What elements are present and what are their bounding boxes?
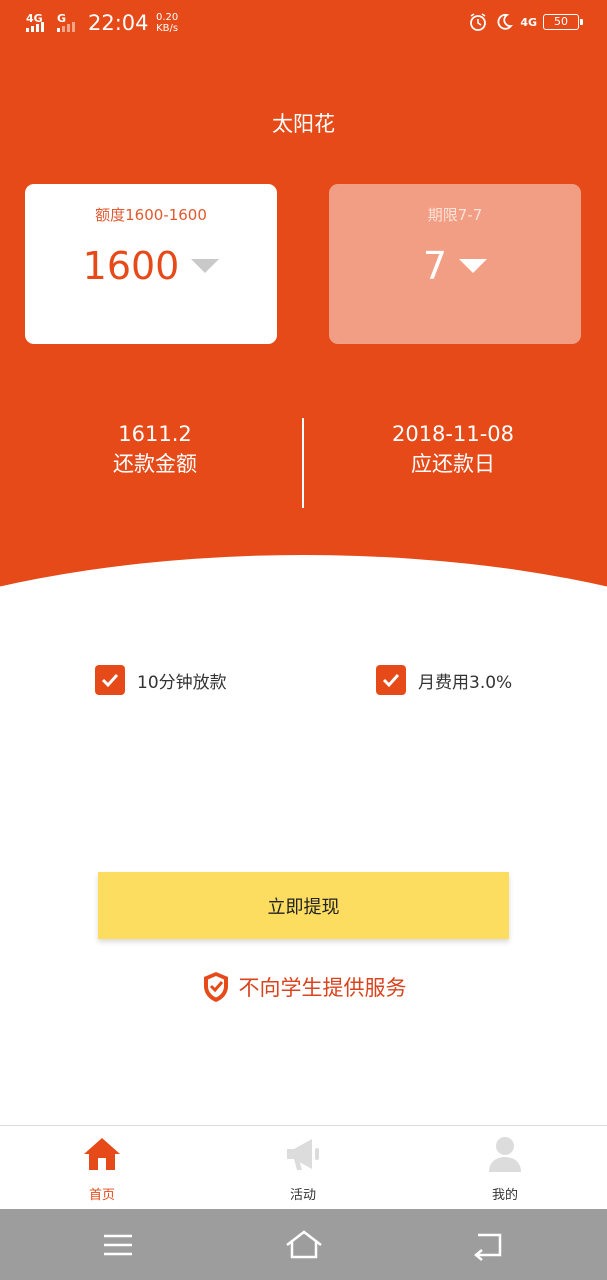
network-type-right: 4G xyxy=(520,15,537,29)
withdraw-button[interactable]: 立即提现 xyxy=(98,872,509,939)
speed-unit: KB/s xyxy=(156,23,179,34)
feature-monthly-fee: 月费用3.0% xyxy=(376,665,512,695)
tab-home[interactable]: 首页 xyxy=(32,1134,172,1203)
home-icon xyxy=(84,1138,120,1170)
hero-curve xyxy=(0,555,607,620)
repay-amount-label: 还款金额 xyxy=(113,452,197,476)
due-date-block: 2018-11-08 应还款日 xyxy=(303,420,603,480)
bottom-tab-bar: 首页 活动 我的 xyxy=(0,1125,607,1209)
amount-selector[interactable]: 额度1600-1600 1600 xyxy=(25,184,277,344)
term-selector[interactable]: 期限7-7 7 xyxy=(329,184,581,344)
clock: 22:04 xyxy=(88,11,149,35)
tab-mine[interactable]: 我的 xyxy=(435,1134,575,1203)
checkbox-checked-icon xyxy=(95,665,125,695)
alarm-icon xyxy=(470,13,487,31)
person-icon xyxy=(489,1137,521,1172)
checkbox-checked-icon xyxy=(376,665,406,695)
system-nav-bar xyxy=(0,1209,607,1280)
moon-icon xyxy=(497,13,514,30)
tab-label: 首页 xyxy=(88,1188,115,1203)
feature-label: 月费用3.0% xyxy=(418,672,513,693)
repay-amount-value: 1611.2 xyxy=(118,422,192,446)
home-nav-icon[interactable] xyxy=(284,1227,324,1263)
signal-bars-2-icon xyxy=(57,22,75,32)
term-range-label: 期限7-7 xyxy=(427,206,483,224)
tab-label: 活动 xyxy=(289,1188,316,1203)
shield-icon xyxy=(203,972,228,1002)
repay-amount-block: 1611.2 还款金额 xyxy=(5,420,305,480)
megaphone-icon xyxy=(287,1139,319,1170)
menu-icon[interactable] xyxy=(100,1227,136,1263)
student-notice: 不向学生提供服务 xyxy=(0,970,607,1004)
back-icon[interactable] xyxy=(470,1227,506,1263)
dropdown-arrow-icon xyxy=(459,259,488,273)
due-date-label: 应还款日 xyxy=(411,452,495,476)
signal-bars-1-icon xyxy=(26,22,44,32)
tab-activity[interactable]: 活动 xyxy=(233,1134,373,1203)
battery-level: 50 xyxy=(554,15,568,28)
page-title: 太阳花 xyxy=(272,112,335,136)
tab-label: 我的 xyxy=(491,1188,518,1203)
due-date-value: 2018-11-08 xyxy=(391,422,515,446)
dropdown-arrow-icon xyxy=(191,259,220,273)
amount-range-label: 额度1600-1600 xyxy=(95,206,207,224)
amount-value: 1600 xyxy=(82,244,180,288)
feature-label: 10分钟放款 xyxy=(137,672,227,693)
battery-icon: 50 xyxy=(543,14,583,30)
network-speed: 0.20 KB/s xyxy=(156,12,178,34)
term-value: 7 xyxy=(422,244,448,288)
notice-text: 不向学生提供服务 xyxy=(238,976,407,1000)
status-bar: 4G G 22:04 0.20 KB/s 4G 50 xyxy=(0,0,607,48)
speed-value: 0.20 xyxy=(156,12,179,23)
feature-fast-loan: 10分钟放款 xyxy=(95,665,227,695)
